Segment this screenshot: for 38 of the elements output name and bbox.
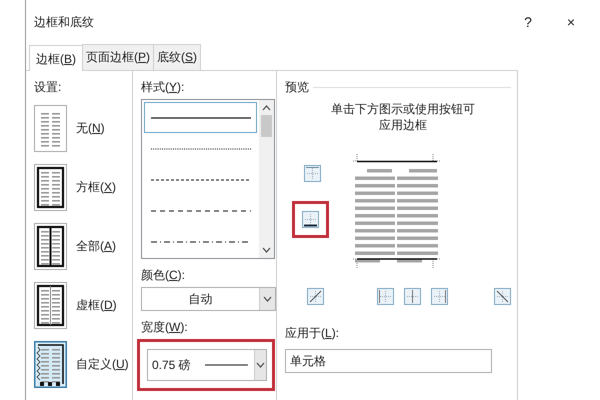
scrollbar-thumb[interactable] xyxy=(261,115,272,137)
line-width-sample xyxy=(204,363,248,367)
setting-option-label[interactable]: 全部(A) xyxy=(76,238,116,255)
preview-hint: 单击下方图示或使用按钮可应用边框 xyxy=(330,101,476,133)
setting-option-label[interactable]: 无(N) xyxy=(76,120,105,137)
window-title: 边框和底纹 xyxy=(34,14,95,30)
border-toggle-icon[interactable] xyxy=(307,288,324,305)
scroll-down-icon xyxy=(262,247,271,253)
scrollbar[interactable] xyxy=(259,100,274,258)
apply-to-dropdown[interactable]: 单元格 xyxy=(285,349,492,373)
setting-option-label[interactable]: 自定义(U) xyxy=(76,356,129,373)
width-label: 宽度(W): xyxy=(141,319,189,336)
setting-option-label[interactable]: 虚框(D) xyxy=(76,297,117,314)
border-toggle-icon[interactable] xyxy=(302,211,319,228)
setting-option-label[interactable]: 方框(X) xyxy=(76,179,116,196)
apply-to-label: 应用于(L): xyxy=(285,325,340,342)
border-setting-icon[interactable] xyxy=(34,341,67,388)
border-setting-icon[interactable] xyxy=(34,164,67,211)
border-toggle-icon[interactable] xyxy=(431,288,448,305)
color-dropdown[interactable]: 自动 xyxy=(141,287,276,311)
close-button[interactable]: × xyxy=(557,14,585,30)
preview-heading: 预览 xyxy=(285,79,309,96)
help-button[interactable]: ? xyxy=(514,14,542,30)
border-toggle-icon[interactable] xyxy=(494,288,511,305)
border-setting-icon[interactable] xyxy=(34,223,67,270)
border-toggle-icon[interactable] xyxy=(377,288,394,305)
width-dropdown[interactable]: 0.75 磅 xyxy=(147,349,268,381)
border-toggle-icon[interactable] xyxy=(404,288,421,305)
border-toggle-icon[interactable] xyxy=(304,165,321,182)
scroll-up-icon xyxy=(262,105,271,111)
tab[interactable]: 页面边框(P) xyxy=(82,44,154,70)
color-label: 颜色(C): xyxy=(141,267,186,284)
tab[interactable]: 边框(B) xyxy=(29,45,84,71)
border-setting-icon[interactable] xyxy=(34,282,67,329)
tab[interactable]: 底纹(S) xyxy=(153,44,202,70)
style-label: 样式(Y): xyxy=(141,79,186,96)
line-style-option[interactable] xyxy=(144,102,257,133)
settings-label: 设置: xyxy=(34,79,62,96)
